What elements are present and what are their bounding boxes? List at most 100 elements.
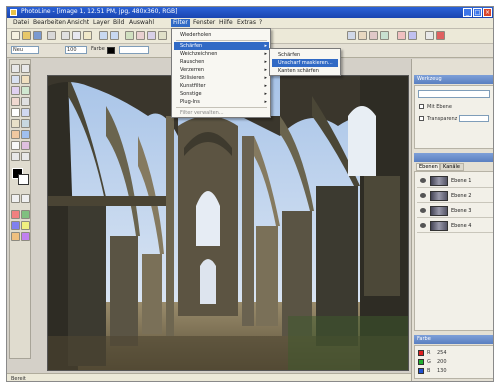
blue-channel-icon[interactable] bbox=[11, 221, 20, 230]
cut-icon[interactable] bbox=[61, 31, 70, 40]
layer-row[interactable]: Ebene 4 bbox=[417, 219, 493, 233]
size-field[interactable]: 100 bbox=[65, 46, 87, 54]
green-swatch bbox=[418, 359, 424, 365]
menu-item-plugins[interactable]: Plug-Ins ▸ bbox=[174, 98, 269, 106]
new-file-icon[interactable] bbox=[11, 31, 20, 40]
move-tool-icon[interactable] bbox=[11, 64, 20, 73]
tool-preset-select[interactable] bbox=[418, 90, 490, 98]
fill-icon[interactable] bbox=[380, 31, 389, 40]
settings-icon[interactable] bbox=[425, 31, 434, 40]
copy-icon[interactable] bbox=[72, 31, 81, 40]
transparency-checkbox[interactable] bbox=[419, 116, 424, 121]
maximize-button[interactable]: □ bbox=[473, 8, 482, 17]
background-color-well[interactable] bbox=[18, 174, 29, 185]
menu-file[interactable]: Datei bbox=[11, 19, 31, 27]
foreground-color-swatch[interactable] bbox=[107, 47, 115, 54]
mode-select[interactable]: Neu bbox=[11, 46, 39, 54]
brush-icon[interactable] bbox=[347, 31, 356, 40]
clone-tool-icon[interactable] bbox=[21, 108, 30, 117]
menu-view[interactable]: Ansicht bbox=[65, 19, 91, 27]
layer-name: Ebene 3 bbox=[451, 208, 472, 214]
undo-icon[interactable] bbox=[99, 31, 108, 40]
transparency-field[interactable] bbox=[459, 115, 489, 122]
resize-icon[interactable] bbox=[147, 31, 156, 40]
pencil-tool-icon[interactable] bbox=[11, 97, 20, 106]
yellow-channel-icon[interactable] bbox=[21, 221, 30, 230]
red-channel-icon[interactable] bbox=[11, 210, 20, 219]
purple-tool-icon[interactable] bbox=[21, 232, 30, 241]
pen-tool-icon[interactable] bbox=[21, 141, 30, 150]
zoom-tool-icon[interactable] bbox=[21, 152, 30, 161]
layer-row[interactable]: Ebene 3 bbox=[417, 204, 493, 218]
smudge-tool-icon[interactable] bbox=[21, 130, 30, 139]
text-tool-icon[interactable] bbox=[11, 108, 20, 117]
layer-row[interactable]: Ebene 2 bbox=[417, 189, 493, 203]
green-channel-icon[interactable] bbox=[21, 210, 30, 219]
redo-icon[interactable] bbox=[110, 31, 119, 40]
submenu-item-unsharp-mask[interactable]: Unscharf maskieren... bbox=[272, 59, 338, 67]
menu-item-noise[interactable]: Rauschen ▸ bbox=[174, 58, 269, 66]
stop-icon[interactable] bbox=[436, 31, 445, 40]
with-layer-checkbox[interactable] bbox=[419, 104, 424, 109]
eye-icon[interactable] bbox=[420, 208, 426, 213]
crop-icon[interactable] bbox=[125, 31, 134, 40]
submenu-item-sharpen-edges[interactable]: Kanten schärfen bbox=[272, 67, 338, 75]
menu-item-artistic[interactable]: Kunstfilter ▸ bbox=[174, 82, 269, 90]
fill-tool-icon[interactable] bbox=[21, 119, 30, 128]
select-tool-icon[interactable] bbox=[21, 64, 30, 73]
dodge-tool-icon[interactable] bbox=[11, 130, 20, 139]
wand-tool-icon[interactable] bbox=[21, 75, 30, 84]
eraser-icon[interactable] bbox=[369, 31, 378, 40]
lasso-tool-icon[interactable] bbox=[11, 75, 20, 84]
menu-selection[interactable]: Auswahl bbox=[127, 19, 156, 27]
tab-channels[interactable]: Kanäle bbox=[440, 163, 464, 171]
orange-tool-icon[interactable] bbox=[11, 232, 20, 241]
close-button[interactable]: × bbox=[483, 8, 492, 17]
title-bar: PhotoLine - [image 1, 12.51 PM, jpg, 480… bbox=[7, 7, 493, 18]
minimize-button[interactable]: _ bbox=[463, 8, 472, 17]
mask-mode-icon[interactable] bbox=[11, 194, 20, 203]
eye-icon[interactable] bbox=[420, 178, 426, 183]
menu-item-distort[interactable]: Verzerren ▸ bbox=[174, 66, 269, 74]
tab-layers[interactable]: Ebenen bbox=[416, 163, 440, 171]
menu-item-blur[interactable]: Weichzeichnen ▸ bbox=[174, 50, 269, 58]
pencil-icon[interactable] bbox=[358, 31, 367, 40]
menu-item-repeat[interactable]: Wiederholen bbox=[174, 31, 269, 39]
eye-icon[interactable] bbox=[420, 223, 426, 228]
eye-icon[interactable] bbox=[420, 193, 426, 198]
zoom-icon[interactable] bbox=[158, 31, 167, 40]
rotate-icon[interactable] bbox=[136, 31, 145, 40]
brush-tool-icon[interactable] bbox=[21, 86, 30, 95]
gradient-tool-icon[interactable] bbox=[11, 119, 20, 128]
application-window: PhotoLine - [image 1, 12.51 PM, jpg, 480… bbox=[6, 6, 494, 382]
menu-item-sharpen[interactable]: Schärfen ▸ bbox=[174, 42, 269, 50]
crop-tool-icon[interactable] bbox=[11, 86, 20, 95]
green-value: 200 bbox=[437, 359, 447, 365]
menu-layer[interactable]: Layer bbox=[91, 19, 112, 27]
standard-mode-icon[interactable] bbox=[21, 194, 30, 203]
toolbox bbox=[9, 59, 31, 359]
menu-image[interactable]: Bild bbox=[111, 19, 126, 27]
save-icon[interactable] bbox=[33, 31, 42, 40]
submenu-item-sharpen[interactable]: Schärfen bbox=[272, 51, 338, 59]
menu-help[interactable]: Hilfe bbox=[217, 19, 235, 27]
layer-row[interactable]: Ebene 1 bbox=[417, 174, 493, 188]
menu-edit[interactable]: Bearbeiten bbox=[31, 19, 68, 27]
paste-icon[interactable] bbox=[83, 31, 92, 40]
menu-item-other[interactable]: Sonstige ▸ bbox=[174, 90, 269, 98]
print-icon[interactable] bbox=[47, 31, 56, 40]
image-canvas[interactable] bbox=[47, 75, 409, 371]
menu-question[interactable]: ? bbox=[257, 19, 264, 27]
menu-extras[interactable]: Extras bbox=[235, 19, 258, 27]
color-red-icon[interactable] bbox=[397, 31, 406, 40]
menu-filter[interactable]: Filter bbox=[171, 19, 190, 27]
menu-item-stylize[interactable]: Stilisieren ▸ bbox=[174, 74, 269, 82]
color-blue-icon[interactable] bbox=[408, 31, 417, 40]
shape-tool-icon[interactable] bbox=[11, 141, 20, 150]
eraser-tool-icon[interactable] bbox=[21, 97, 30, 106]
menu-item-manage-filters[interactable]: Filter verwalten... bbox=[174, 109, 269, 117]
color-field[interactable] bbox=[119, 46, 149, 54]
hand-tool-icon[interactable] bbox=[11, 152, 20, 161]
open-folder-icon[interactable] bbox=[22, 31, 31, 40]
menu-window[interactable]: Fenster bbox=[191, 19, 217, 27]
